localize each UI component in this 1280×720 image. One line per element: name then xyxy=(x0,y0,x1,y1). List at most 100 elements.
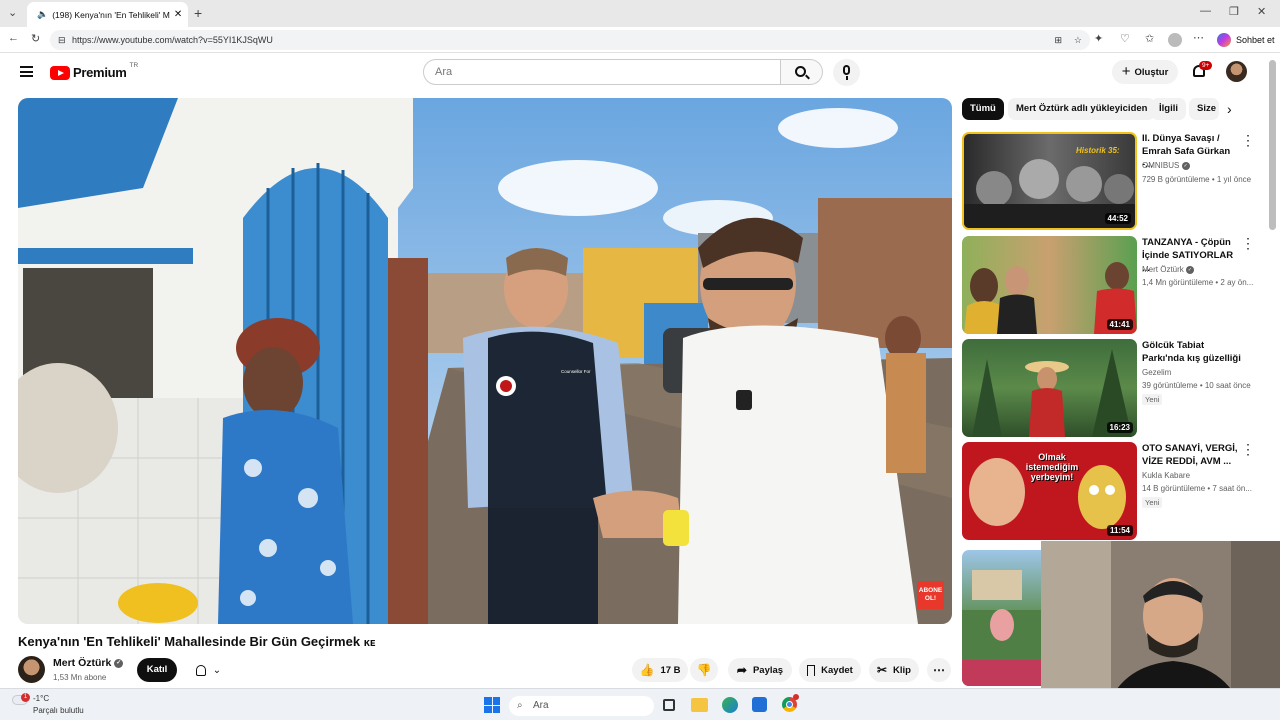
suggestion-channel-name: Mert Öztürk xyxy=(1142,265,1184,274)
verified-icon: ✓ xyxy=(114,658,124,668)
save-button[interactable]: Kaydet xyxy=(799,658,861,682)
more-actions-button[interactable]: ⋯ xyxy=(927,658,951,682)
youtube-header: Premium TR Ara + Oluştur 9+ xyxy=(0,53,1280,93)
share-label: Paylaş xyxy=(752,664,784,676)
minimize-icon[interactable]: — xyxy=(1200,5,1211,17)
more-icon[interactable]: ⋯ xyxy=(1193,31,1204,44)
browser-essentials-icon[interactable]: ♡ xyxy=(1120,32,1130,45)
suggestion-thumbnail[interactable]: Historik 35: 44:52 xyxy=(962,132,1137,230)
favorites-icon[interactable]: ✩ xyxy=(1145,32,1154,45)
search-input[interactable]: Ara xyxy=(423,59,781,85)
audio-icon[interactable]: 🔈 xyxy=(37,9,48,20)
taskbar-search-placeholder: Ara xyxy=(533,700,549,711)
store-icon[interactable] xyxy=(752,697,767,712)
new-badge: Yeni xyxy=(1142,497,1163,508)
create-button[interactable]: + Oluştur xyxy=(1112,60,1178,84)
subscribe-notifications-button[interactable]: ⌄ xyxy=(185,658,232,682)
chevron-down-icon: ⌄ xyxy=(212,664,222,676)
join-button[interactable]: Katıl xyxy=(137,658,177,682)
app-available-icon[interactable]: ⊞ xyxy=(1054,30,1062,50)
extensions-icon[interactable]: ✦ xyxy=(1094,32,1103,45)
video-title-suffix: ĸᴇ xyxy=(363,637,376,649)
youtube-play-icon xyxy=(50,65,70,80)
subscribe-watermark[interactable]: ABONE OL! xyxy=(917,581,944,609)
suggestion-meta: 39 görüntüleme • 10 saat önce xyxy=(1142,381,1251,390)
suggestion-thumbnail[interactable]: 41:41 xyxy=(962,236,1137,334)
chip-for-you[interactable]: Size xyxy=(1189,98,1219,120)
clip-button[interactable]: ✂ Klip xyxy=(869,658,919,682)
new-badge: Yeni xyxy=(1142,394,1163,405)
chip-all[interactable]: Tümü xyxy=(962,98,1004,120)
restore-icon[interactable]: ❐ xyxy=(1229,5,1239,18)
share-icon: ➦ xyxy=(736,663,747,677)
tab-actions-icon[interactable]: ⌄ xyxy=(8,6,17,19)
tab-close-icon[interactable]: ✕ xyxy=(174,9,188,20)
duration-badge: 11:54 xyxy=(1106,525,1133,536)
verified-icon: ✓ xyxy=(1186,265,1195,274)
channel-avatar[interactable] xyxy=(18,656,45,683)
suggestion-channel[interactable]: Mert Öztürk ✓ xyxy=(1142,265,1195,274)
dislike-button[interactable]: 👎 xyxy=(690,658,718,682)
profile-avatar[interactable] xyxy=(1168,33,1182,47)
file-explorer-icon[interactable] xyxy=(691,698,708,712)
search-placeholder: Ara xyxy=(435,66,453,78)
like-button[interactable]: 👍 17 B xyxy=(632,658,688,682)
voice-search-button[interactable] xyxy=(833,59,860,86)
refresh-icon[interactable]: ↻ xyxy=(31,32,40,45)
bookmark-icon xyxy=(807,664,816,676)
menu-icon[interactable] xyxy=(20,66,33,77)
join-label: Katıl xyxy=(146,664,168,675)
back-icon[interactable]: ← xyxy=(8,32,19,44)
chips-next-icon[interactable]: › xyxy=(1227,101,1232,117)
browser-tab[interactable]: 🔈 (198) Kenya'nın 'En Tehlikeli' M ✕ xyxy=(27,2,188,27)
taskbar-search[interactable]: ⌕ Ara xyxy=(509,696,654,716)
notifications-button[interactable]: 9+ xyxy=(1190,61,1213,82)
suggestion-channel[interactable]: Gezelim xyxy=(1142,368,1171,377)
thumbnail-image xyxy=(962,570,1042,686)
address-bar: ← ↻ ⊟ https://www.youtube.com/watch?v=55… xyxy=(0,27,1280,53)
new-tab-icon[interactable]: + xyxy=(194,5,202,21)
favorite-star-icon[interactable]: ☆ xyxy=(1074,30,1082,50)
suggestion-menu-icon[interactable]: ⋮ xyxy=(1241,442,1255,457)
video-title-text: Kenya'nın 'En Tehlikeli' Mahallesinde Bi… xyxy=(18,634,361,649)
copilot-label[interactable]: Sohbet et xyxy=(1236,35,1275,45)
suggestion-thumbnail[interactable]: 16:23 xyxy=(962,339,1137,437)
suggestion-channel[interactable]: OMNIBUS ✓ xyxy=(1142,161,1190,170)
suggestion-menu-icon[interactable]: ⋮ xyxy=(1241,133,1255,148)
search-button[interactable] xyxy=(781,59,823,85)
chrome-notification-dot xyxy=(793,694,799,700)
suggestion-title[interactable]: OTO SANAYİ, VERGİ, VİZE REDDİ, AVM ... xyxy=(1142,442,1242,468)
share-button[interactable]: ➦ Paylaş xyxy=(728,658,792,682)
suggestion-channel[interactable]: Kukla Kabare xyxy=(1142,471,1190,480)
like-count: 17 B xyxy=(660,664,681,676)
tab-title: (198) Kenya'nın 'En Tehlikeli' M xyxy=(52,9,170,20)
temperature: -1°C xyxy=(33,694,50,703)
suggestion-thumbnail[interactable]: Olmak istemediğim yerbeyim! 11:54 xyxy=(962,442,1137,540)
task-view-icon[interactable] xyxy=(663,699,675,711)
chip-related[interactable]: İlgili xyxy=(1151,98,1186,120)
page-scrollbar[interactable] xyxy=(1269,60,1276,230)
start-button[interactable] xyxy=(484,697,500,713)
youtube-logo[interactable]: Premium TR xyxy=(50,62,138,80)
video-title: Kenya'nın 'En Tehlikeli' Mahallesinde Bi… xyxy=(18,634,375,649)
url-field[interactable]: ⊟ https://www.youtube.com/watch?v=55YI1K… xyxy=(50,30,1090,50)
url-text: https://www.youtube.com/watch?v=55YI1KJS… xyxy=(72,35,273,45)
suggestion-thumbnail[interactable] xyxy=(962,550,1042,686)
thumbs-up-icon: 👍 xyxy=(639,663,655,677)
video-player[interactable]: Counsellor For ABONE OL! xyxy=(18,98,952,624)
search-icon: ⌕ xyxy=(517,700,523,711)
duration-badge: 41:41 xyxy=(1106,319,1133,330)
browser-tab-bar: ⌄ 🔈 (198) Kenya'nın 'En Tehlikeli' M ✕ +… xyxy=(0,0,1280,27)
site-info-icon[interactable]: ⊟ xyxy=(58,30,66,50)
suggestion-menu-icon[interactable]: ⋮ xyxy=(1241,236,1255,251)
plus-icon: + xyxy=(1121,63,1131,80)
account-avatar[interactable] xyxy=(1226,61,1247,82)
create-label: Oluştur xyxy=(1134,66,1169,78)
edge-icon[interactable] xyxy=(722,697,738,713)
chip-from-uploader[interactable]: Mert Öztürk adlı yükleyiciden xyxy=(1008,98,1156,120)
close-window-icon[interactable]: ✕ xyxy=(1257,5,1266,18)
copilot-icon[interactable] xyxy=(1217,33,1231,47)
duration-badge: 16:23 xyxy=(1106,422,1133,433)
suggestion-title[interactable]: Gölcük Tabiat Parkı'nda kış güzelliği xyxy=(1142,339,1242,365)
channel-name[interactable]: Mert Öztürk ✓ xyxy=(53,657,124,669)
